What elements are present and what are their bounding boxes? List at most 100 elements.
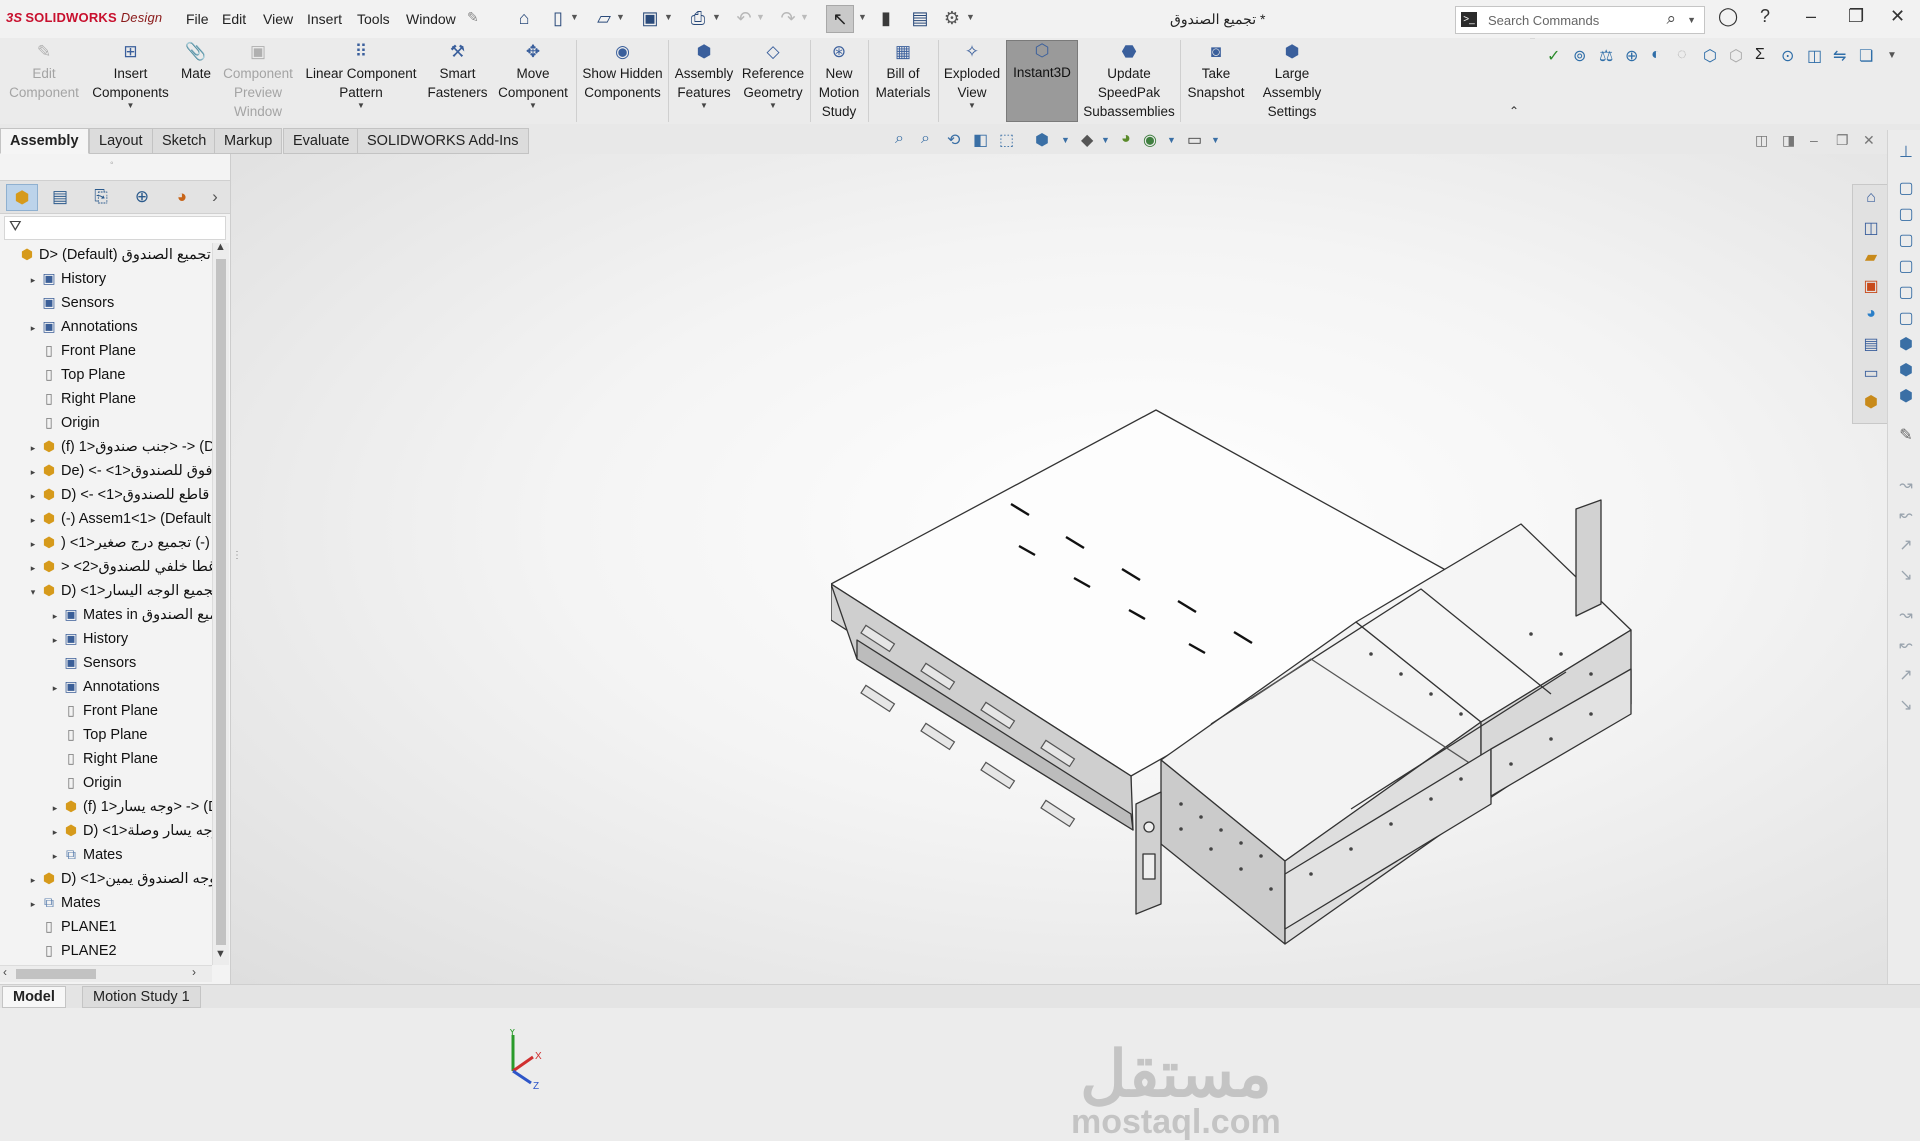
tab-evaluate[interactable]: Evaluate [283,128,360,154]
edit-component-button[interactable]: ✎ Edit Component [4,42,84,102]
display-style-icon[interactable]: ◆ [1081,130,1093,150]
new-dropdown-icon[interactable]: ▼ [570,12,579,22]
tree-item[interactable]: ▸⬢ (f) وجه يسار<1> -> (D [48,795,212,817]
tree-item[interactable]: ▯ PLANE2 [26,939,116,961]
scroll-thumb[interactable] [216,259,226,945]
view-top-icon[interactable]: ▢ [1896,282,1916,302]
view-left-icon[interactable]: ▢ [1896,230,1916,250]
scroll-right-icon[interactable]: › [192,965,196,979]
options-gear-icon[interactable]: ⚙ [942,8,962,28]
tree-item[interactable]: ▸ ⬢ (-) تجميع درج صغير<1> ( [26,531,210,553]
tab-markup[interactable]: Markup [214,128,283,154]
menu-edit[interactable]: Edit [222,11,246,27]
mate-button[interactable]: 📎 Mate [176,42,216,83]
display-style-dropdown-icon[interactable]: ▼ [1101,135,1110,145]
collapse-ribbon-icon[interactable]: ⌃ [1509,104,1519,118]
view-bottom-icon[interactable]: ▢ [1896,308,1916,328]
measure-icon[interactable]: ⊚ [1573,46,1586,66]
open-dropdown-icon[interactable]: ▼ [616,12,625,22]
appearance-dropdown-icon[interactable]: ▼ [1167,135,1176,145]
panel-splitter-icon[interactable]: ⋮ [232,550,242,561]
tree-item[interactable]: ▸ ⧉ Mates [26,891,101,913]
menu-insert[interactable]: Insert [307,11,342,27]
mouse-gesture-7-icon[interactable]: ↗ [1896,665,1916,685]
update-speedpak-button[interactable]: ⬣ Update SpeedPak Subassemblies [1082,42,1176,121]
tree-expander-icon[interactable]: ▸ [26,869,40,891]
tree-expander-icon[interactable]: ▸ [26,893,40,915]
configurationmanager-tab-icon[interactable]: ⎘ [86,184,116,209]
tree-item[interactable]: ▸ ▣ Annotations [48,675,160,697]
menu-tools[interactable]: Tools [357,11,390,27]
print-dropdown-icon[interactable]: ▼ [712,12,721,22]
view-settings-monitor-icon[interactable]: ▭ [1187,130,1202,150]
menu-file[interactable]: File [186,11,209,27]
tree-item[interactable]: ⬢ تجميع الصندوق (Default) <D [4,243,211,265]
user-account-icon[interactable]: ◯ [1718,6,1738,27]
new-document-icon[interactable]: ▯ [548,8,568,28]
view-orientation-icon[interactable]: ⬢ [1035,130,1049,150]
tree-item[interactable]: ▯ Top Plane [26,363,125,385]
mouse-gesture-1-icon[interactable]: ↝ [1896,475,1916,495]
tree-expander-icon[interactable]: ▸ [26,509,40,531]
component-preview-window-button[interactable]: ▣ Component Preview Window [219,42,297,121]
edit-appearance-icon[interactable]: ◉ [1143,130,1157,150]
file-properties-icon[interactable]: ▤ [910,8,930,28]
tree-item[interactable]: ▸ ⬢ (f) جنب صندوق<1> -> (D [26,435,212,457]
restore-icon[interactable]: ❐ [1848,6,1864,27]
tree-filter[interactable]: ⛛ [4,216,226,240]
tree-item[interactable]: ▣ Sensors [48,651,136,673]
menu-window[interactable]: Window [406,11,456,27]
show-hidden-components-button[interactable]: ◉ Show Hidden Components [580,42,665,102]
menu-view[interactable]: View [263,11,293,27]
sensor-icon[interactable]: ◐ [1651,46,1661,64]
help-icon[interactable]: ? [1760,6,1770,27]
view-front-icon[interactable]: ▢ [1896,178,1916,198]
mouse-gesture-6-icon[interactable]: ↜ [1896,635,1916,655]
tree-expander-icon[interactable]: ▸ [48,605,62,627]
graphics-area[interactable]: ⋮ Y X Z مستقل mostaql.com [231,154,1887,1140]
minimize-icon[interactable]: – [1806,6,1816,27]
equations-icon[interactable]: Σ [1755,46,1765,64]
tree-item[interactable]: ▯ Origin [26,411,100,433]
view-dimetric-icon[interactable]: ⬢ [1896,386,1916,406]
tree-expander-icon[interactable]: ▸ [48,677,62,699]
tree-item[interactable]: ▯ Right Plane [48,747,158,769]
mouse-gesture-8-icon[interactable]: ↘ [1896,695,1916,715]
tree-item[interactable]: ▸▣ Mates in تجميع الصندوق [48,603,212,625]
hscroll-thumb[interactable] [16,969,96,979]
tree-item[interactable]: ▯ Right Plane [26,387,136,409]
hole-alignment-icon[interactable]: ⊙ [1781,46,1794,66]
tree-item[interactable]: ▣ Sensors [26,291,114,313]
view-trimetric-icon[interactable]: ⬢ [1896,360,1916,380]
sketch-tool-icon[interactable]: ✎ [1896,425,1916,445]
undo-icon[interactable]: ↶ [734,8,754,28]
tree-expander-icon[interactable]: ▸ [26,461,40,483]
tree-expander-icon[interactable]: ▸ [48,821,62,843]
tree-expander-icon[interactable]: ▸ [48,629,62,651]
move-component-button[interactable]: ✥ Move Component ▼ [493,42,573,110]
tree-expander-icon[interactable]: ▸ [26,485,40,507]
viewport-minimize-icon[interactable]: – [1810,132,1818,148]
tab-model[interactable]: Model [2,986,66,1008]
more-dropdown-icon[interactable]: ▼ [1887,50,1897,61]
tree-item[interactable]: ▸ ⬢ وجه الصندوق يمين<1> (D [26,867,212,889]
scroll-down-icon[interactable]: ▼ [215,948,226,960]
tree-item[interactable]: ▸ ⬢ فوق للصندوق<1> -> (De [26,459,212,481]
take-snapshot-button[interactable]: ◙ Take Snapshot [1184,42,1248,102]
mouse-gesture-2-icon[interactable]: ↜ [1896,505,1916,525]
tree-expander-icon[interactable]: ▸ [26,533,40,555]
mouse-gesture-3-icon[interactable]: ↗ [1896,535,1916,555]
copy-icon[interactable]: ❏ [1859,46,1873,66]
tree-item[interactable]: ▸ ⬢ غطا خلفي للصندوق<2> < [26,555,212,577]
close-icon[interactable]: ✕ [1890,6,1905,27]
check-icon[interactable]: ◌ [1677,46,1687,64]
viewport-tile-icon[interactable]: ◫ [1755,132,1768,149]
view-palette-icon[interactable]: ▣ [1861,276,1881,300]
hide-show-items-icon[interactable]: ◕ [1121,130,1131,148]
rebuild-traffic-light-icon[interactable]: ▮ [876,8,896,28]
tree-vertical-scrollbar[interactable]: ▲ ▼ [212,241,229,965]
dynamic-annotation-icon[interactable]: ⬚ [999,130,1014,150]
search-icon[interactable]: ⌕ [1666,9,1676,29]
options-dropdown-icon[interactable]: ▼ [966,12,975,22]
tree-expander-icon[interactable]: ▸ [26,269,40,291]
